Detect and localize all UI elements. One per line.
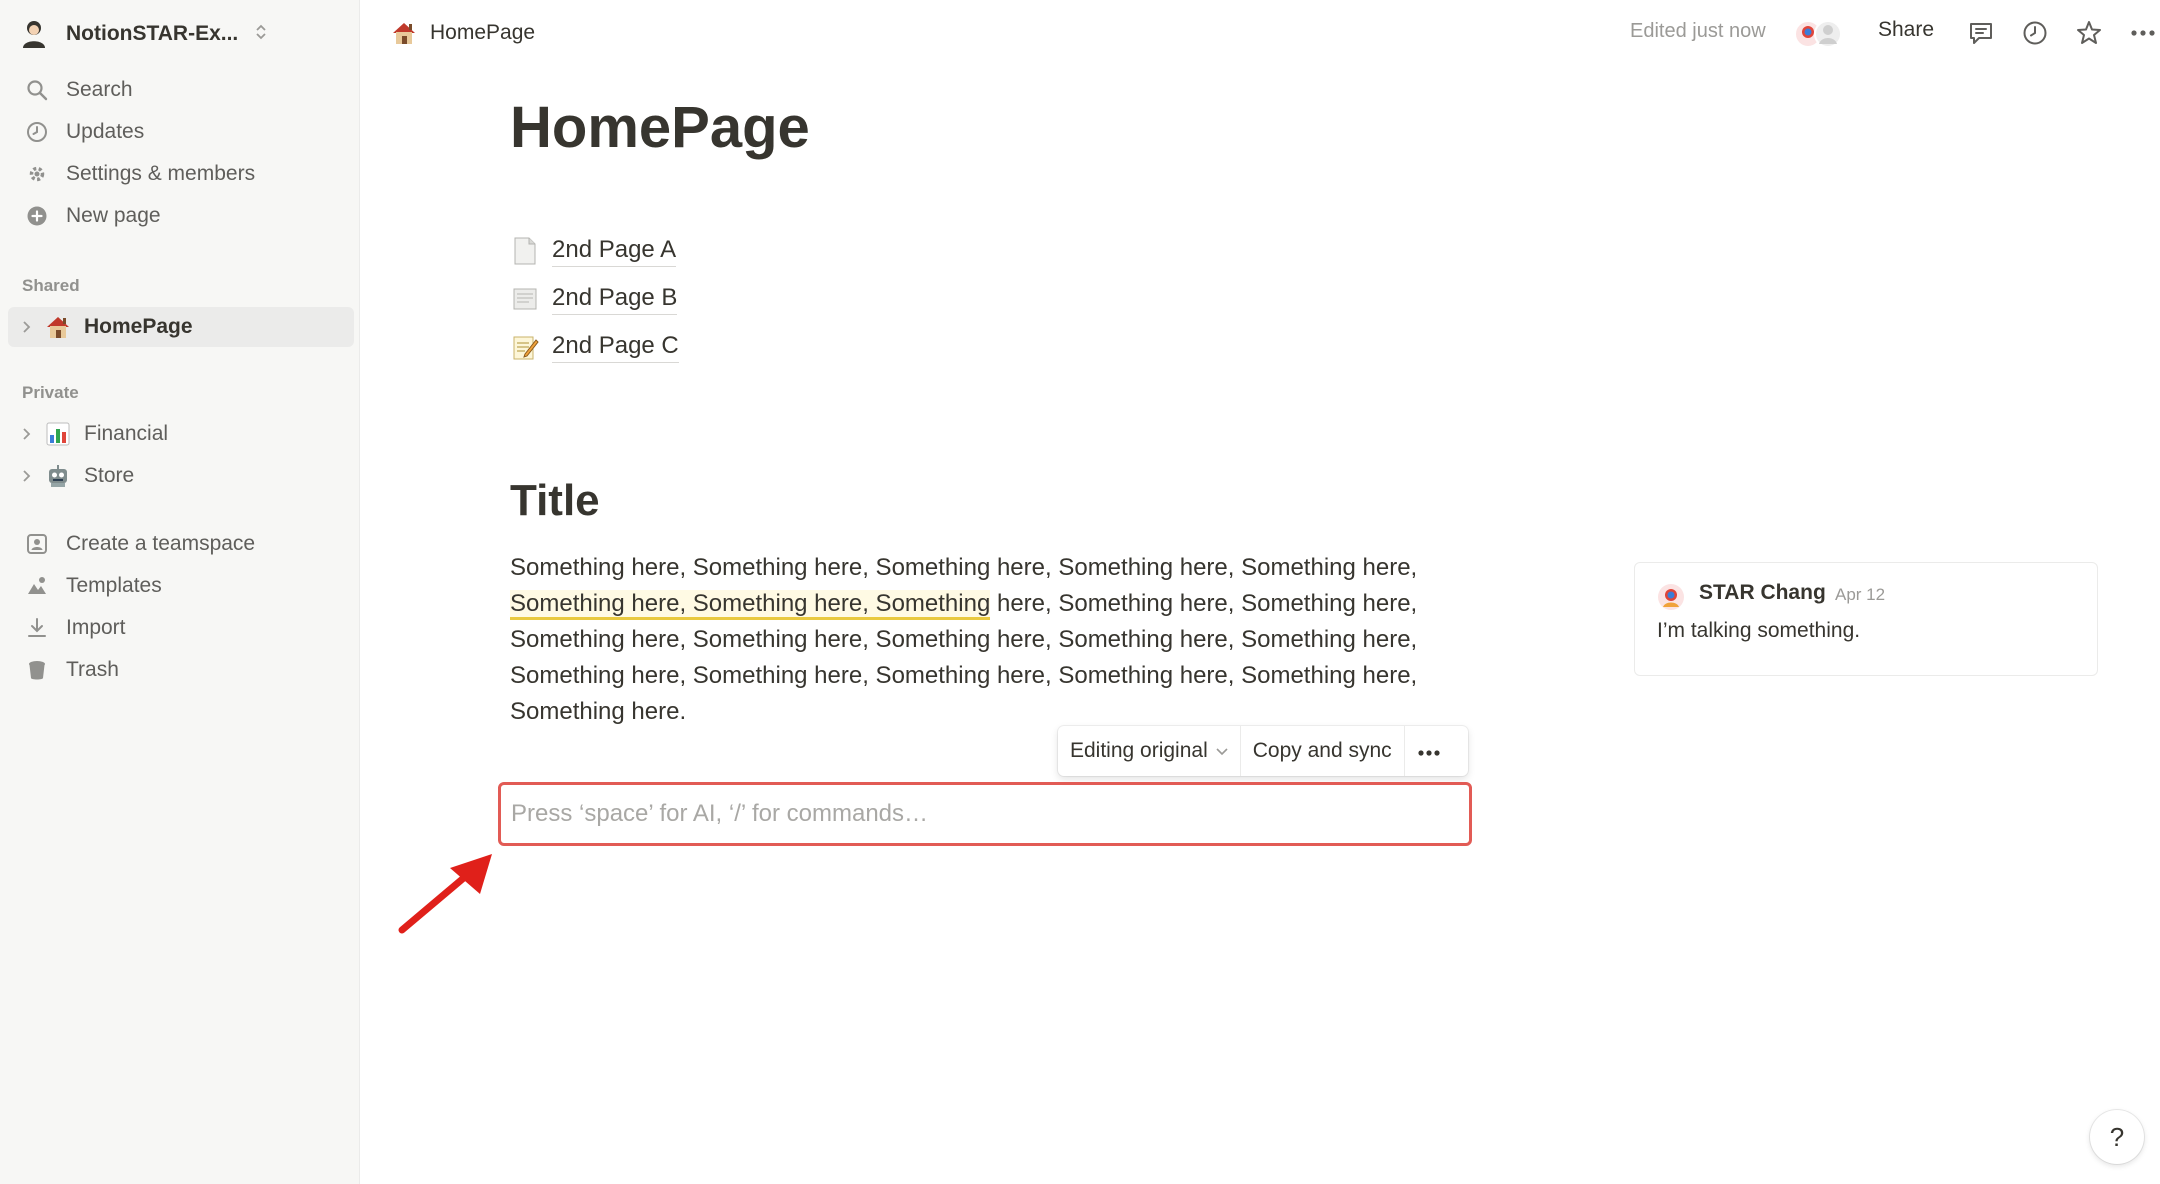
avatar — [1658, 584, 1684, 610]
editing-original-label: Editing original — [1070, 739, 1208, 762]
breadcrumb-label: HomePage — [430, 21, 536, 44]
clock-icon — [24, 119, 50, 145]
subpage-label: 2nd Page C — [552, 332, 679, 363]
chevron-down-icon — [1216, 743, 1228, 759]
breadcrumb[interactable]: HomePage — [390, 16, 535, 50]
sidebar: NotionSTAR-Ex... Search Updates Settings… — [0, 0, 360, 1184]
topbar: HomePage Edited just now Share — [360, 0, 2160, 66]
chevron-updown-icon — [254, 22, 268, 46]
sidebar-settings[interactable]: Settings & members — [8, 154, 354, 194]
synced-block-toolbar: Editing original Copy and sync — [1058, 726, 1468, 776]
bar-chart-icon — [44, 420, 72, 448]
house-icon — [390, 19, 418, 47]
paragraph-text: Something here, Something here, Somethin… — [510, 554, 1418, 581]
workspace-switcher[interactable]: NotionSTAR-Ex... — [18, 14, 338, 54]
memo-icon — [510, 332, 540, 362]
sidebar-item-label: Financial — [84, 422, 169, 445]
sidebar-item-homepage[interactable]: HomePage — [8, 307, 354, 347]
sidebar-templates-label: Templates — [66, 574, 162, 597]
copy-and-sync-label: Copy and sync — [1252, 739, 1392, 762]
chevron-right-icon[interactable] — [22, 320, 38, 334]
editing-original-dropdown[interactable]: Editing original — [1058, 726, 1241, 776]
more-icon[interactable] — [2126, 16, 2160, 50]
commented-highlight[interactable]: Something here, Something here, Somethin… — [510, 590, 991, 620]
teamspace-icon — [24, 531, 50, 557]
chevron-right-icon[interactable] — [22, 469, 38, 483]
plus-circle-icon — [24, 203, 50, 229]
templates-icon — [24, 573, 50, 599]
house-icon — [44, 313, 72, 341]
subpage-link-a[interactable]: 2nd Page A — [510, 231, 677, 271]
download-icon — [24, 615, 50, 641]
more-icon — [1417, 739, 1441, 763]
person-avatar-icon — [18, 18, 50, 50]
sidebar-import[interactable]: Import — [8, 608, 354, 648]
annotation-arrow — [398, 854, 492, 934]
sidebar-import-label: Import — [66, 616, 126, 639]
sidebar-create-teamspace[interactable]: Create a teamspace — [8, 524, 354, 564]
sidebar-item-financial[interactable]: Financial — [8, 414, 354, 454]
sync-more-button[interactable] — [1405, 726, 1453, 776]
comment-date: Apr 12 — [1835, 585, 1886, 604]
sidebar-updates[interactable]: Updates — [8, 112, 354, 152]
scroll-icon — [510, 284, 540, 314]
search-icon — [24, 77, 50, 103]
heading-title[interactable]: Title — [510, 476, 600, 526]
sidebar-templates[interactable]: Templates — [8, 566, 354, 606]
sidebar-search[interactable]: Search — [8, 70, 354, 110]
help-button[interactable]: ? — [2090, 1110, 2144, 1164]
trash-icon — [24, 657, 50, 683]
comments-icon[interactable] — [1964, 16, 1998, 50]
edited-status: Edited just now — [1630, 20, 1766, 42]
sidebar-new-page[interactable]: New page — [8, 196, 354, 236]
section-shared-label: Shared — [22, 276, 80, 295]
sidebar-item-label: HomePage — [84, 315, 193, 338]
paragraph-block[interactable]: Something here, Something here, Somethin… — [510, 550, 1450, 730]
star-icon[interactable] — [2072, 16, 2106, 50]
subpage-link-b[interactable]: 2nd Page B — [510, 279, 678, 319]
sidebar-trash-label: Trash — [66, 658, 119, 681]
comment-text: I’m talking something. — [1657, 619, 1861, 642]
sidebar-create-teamspace-label: Create a teamspace — [66, 532, 256, 555]
sidebar-new-page-label: New page — [66, 204, 161, 227]
comment-author: STAR Chang — [1699, 581, 1826, 604]
section-private-label: Private — [22, 383, 79, 402]
robot-icon — [44, 462, 72, 490]
gear-icon — [24, 161, 50, 187]
sidebar-search-label: Search — [66, 78, 133, 101]
block-input[interactable] — [511, 800, 1469, 828]
sidebar-updates-label: Updates — [66, 120, 145, 143]
comment-card[interactable]: STAR Chang Apr 12 I’m talking something. — [1634, 562, 2098, 676]
subpage-link-c[interactable]: 2nd Page C — [510, 327, 679, 367]
copy-and-sync-button[interactable]: Copy and sync — [1241, 726, 1405, 776]
collaborator-avatars[interactable] — [1792, 14, 1852, 54]
page-title[interactable]: HomePage — [510, 94, 810, 161]
sidebar-item-store[interactable]: Store — [8, 456, 354, 496]
sidebar-item-label: Store — [84, 464, 135, 487]
empty-block-input[interactable] — [498, 782, 1472, 846]
subpage-label: 2nd Page A — [552, 236, 677, 267]
chevron-right-icon[interactable] — [22, 427, 38, 441]
history-icon[interactable] — [2018, 16, 2052, 50]
notion-app: NotionSTAR-Ex... Search Updates Settings… — [0, 0, 2160, 1184]
sidebar-trash[interactable]: Trash — [8, 650, 354, 690]
subpage-label: 2nd Page B — [552, 284, 678, 315]
page-icon — [510, 236, 540, 266]
sidebar-settings-label: Settings & members — [66, 162, 256, 185]
share-button[interactable]: Share — [1878, 18, 1934, 42]
workspace-name: NotionSTAR-Ex... — [66, 22, 239, 45]
